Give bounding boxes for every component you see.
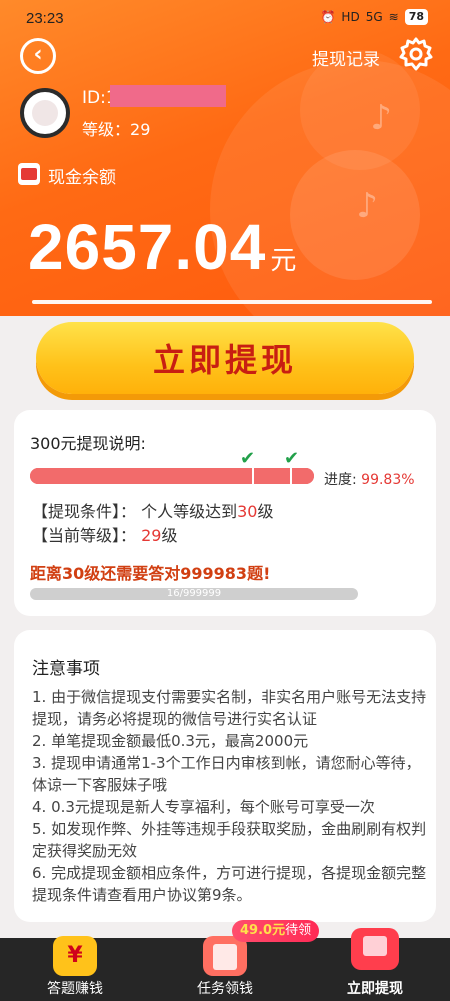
divider [32, 300, 432, 304]
status-time: 23:23 [26, 10, 64, 27]
nav-answer-earn[interactable]: ¥ 答题赚钱 [25, 936, 125, 1001]
bottom-nav: ¥ 答题赚钱 任务领钱 立即提现 [0, 928, 450, 1001]
alarm-icon: ⏰ [320, 10, 336, 24]
avatar[interactable] [20, 88, 70, 138]
progress-fill [30, 468, 314, 484]
battery-indicator: 78 [404, 9, 428, 25]
balance-value: 2657.04 [28, 211, 267, 283]
notice-item: 2. 单笔提现金额最低0.3元，最高2000元 [32, 732, 309, 750]
withdraw-now-label: 立即提现 [152, 341, 297, 379]
signal-icon: 5G [365, 10, 383, 24]
nav-label: 立即提现 [347, 981, 403, 997]
balance-unit: 元 [270, 245, 298, 275]
notice-item: 5. 如发现作弊、外挂等违规手段获取奖励，金曲刷刷有权判定获得奖励无效 [32, 820, 427, 860]
pending-reward-badge[interactable]: 49.0元待领 [232, 920, 320, 942]
balance-amount: 2657.04 元 [28, 210, 297, 284]
withdraw-now-button[interactable]: 立即提现 [36, 322, 414, 394]
current-label: 【当前等级】： [32, 526, 137, 545]
status-bar: 23:23 ⏰ HD 5G ≋ 78 [0, 0, 450, 36]
notice-item: 6. 完成提现金额相应条件，方可进行提现，各提现金额完整提现条件请查看用户协议第… [32, 864, 427, 904]
level-value: 29 [130, 120, 151, 139]
condition-level: 30 [237, 502, 258, 521]
condition-text: 个人等级达到 [141, 502, 238, 521]
condition-label: 【提现条件】： [32, 502, 137, 521]
music-note-icon: ♪ [370, 98, 392, 138]
progress-tick [290, 468, 292, 484]
current-suffix: 级 [161, 526, 178, 545]
notice-item: 4. 0.3元提现是新人专享福利，每个账号可享受一次 [32, 798, 375, 816]
question-progress-text: 16/999999 [166, 588, 222, 599]
yuan-icon: ¥ [53, 936, 97, 976]
current-level-row: 【当前等级】： 29级 [32, 522, 177, 546]
status-icons: ⏰ HD 5G ≋ 78 [320, 9, 428, 25]
withdraw-icon [351, 928, 399, 970]
wallet-icon [18, 163, 40, 185]
progress-label: 进度: 99.83% [324, 469, 415, 489]
withdraw-condition: 【提现条件】： 个人等级达到30级 [32, 498, 274, 522]
progress-label-text: 进度: [324, 472, 357, 488]
cash-balance-label: 现金余额 [48, 168, 116, 188]
notice-item: 1. 由于微信提现支付需要实名制，非实名用户账号无法支持提现，请务必将提现的微信… [32, 688, 427, 728]
withdraw-record-link[interactable]: 提现记录 [312, 45, 380, 70]
level-progress-bar [30, 468, 314, 484]
task-icon [203, 936, 247, 976]
back-button[interactable]: ‹ [20, 38, 56, 74]
progress-value: 99.83% [361, 472, 415, 488]
notice-item: 3. 提现申请通常1-3个工作日内审核到帐，请您耐心等待，体谅一下客服妹子哦 [32, 754, 421, 794]
gear-icon[interactable] [398, 36, 434, 72]
chevron-left-icon: ‹ [33, 42, 43, 67]
pending-amount: 49.0元 [240, 923, 286, 938]
level-label: 等级： [82, 120, 131, 139]
progress-tick [252, 468, 254, 484]
nav-label: 任务领钱 [197, 981, 253, 997]
condition-suffix: 级 [257, 502, 274, 521]
nav-label: 答题赚钱 [47, 981, 103, 997]
nav-task-earn[interactable]: 任务领钱 [175, 936, 275, 1001]
nav-withdraw[interactable]: 立即提现 [325, 928, 425, 1001]
withdraw-info-card: 300元提现说明: ✔ ✔ 进度: 99.83% 【提现条件】： 个人等级达到3… [14, 410, 436, 616]
checkmark-icon: ✔ [284, 448, 300, 469]
distance-text: 距离30级还需要答对999983题! [30, 564, 271, 583]
question-progress-bar: 16/999999 [30, 588, 358, 600]
notice-list: 1. 由于微信提现支付需要实名制，非实名用户账号无法支持提现，请务必将提现的微信… [32, 686, 428, 906]
user-level: 等级：29 [82, 116, 150, 140]
wifi-icon: ≋ [388, 10, 399, 24]
withdraw-info-title: 300元提现说明: [30, 434, 146, 453]
music-note-icon: ♪ [356, 186, 378, 226]
user-id-redaction [110, 85, 226, 107]
pending-label: 待领 [285, 923, 312, 938]
hd-icon: HD [341, 10, 360, 24]
decor-disc [290, 150, 420, 280]
checkmark-icon: ✔ [240, 448, 256, 469]
notice-title: 注意事项 [32, 659, 100, 679]
current-level: 29 [141, 526, 162, 545]
notice-card: 注意事项 1. 由于微信提现支付需要实名制，非实名用户账号无法支持提现，请务必将… [14, 630, 436, 922]
